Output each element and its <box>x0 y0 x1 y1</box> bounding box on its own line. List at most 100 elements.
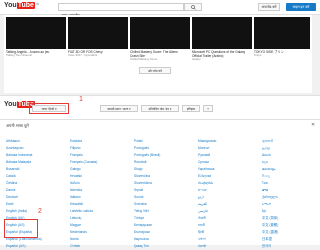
annotation-number-1: 1 <box>79 96 83 103</box>
search-button[interactable] <box>184 3 202 11</box>
language-option[interactable]: Bahasa Malaysia <box>6 159 66 166</box>
language-option[interactable]: हिन्दी <box>198 229 258 236</box>
language-option[interactable]: Қазақ Тілі <box>134 243 194 250</box>
language-option[interactable]: Русский <box>198 152 258 159</box>
language-option[interactable]: Svenska <box>134 201 194 208</box>
language-option[interactable]: മലയാളം <box>262 166 316 173</box>
load-more-button[interactable]: और लोड करें <box>139 67 171 74</box>
video-card[interactable]: TOKYO SIDE ブリン Tokyo <box>254 50 308 58</box>
language-option[interactable]: Українська <box>198 166 258 173</box>
restricted-mode-button[interactable]: प्रतिबंधित मोड: बंद ▾ <box>141 105 179 112</box>
video-card[interactable]: FIAT 3D GR FOS Chevy Volvo 2017 - Hyunda… <box>68 50 122 58</box>
language-option[interactable]: Suomi <box>134 194 194 201</box>
language-option[interactable]: Latviešu valoda <box>70 208 130 215</box>
language-option[interactable]: Euskara <box>70 138 130 145</box>
language-option[interactable]: IsiZulu <box>70 180 130 187</box>
language-option[interactable]: עברית <box>198 187 258 194</box>
video-thumbnail[interactable] <box>254 17 310 49</box>
language-option[interactable]: বাংলা <box>198 236 258 243</box>
language-option[interactable]: العربية <box>198 201 258 208</box>
language-option[interactable]: Shqip <box>134 166 194 173</box>
language-option[interactable]: Français <box>70 152 130 159</box>
language-option[interactable]: Srpski <box>134 187 194 194</box>
language-option[interactable]: Română <box>134 159 194 166</box>
language-option[interactable]: తెలుగు <box>262 152 316 159</box>
language-option[interactable]: Монгол <box>198 145 258 152</box>
language-option[interactable]: Português (Brasil) <box>134 152 194 159</box>
language-option[interactable]: Ελληνικά <box>198 173 258 180</box>
signin-button[interactable]: साइन इन करें <box>286 3 316 11</box>
country-tag: IN <box>35 1 39 6</box>
close-icon[interactable]: ✕ <box>311 122 315 128</box>
video-channel: Volvo 2017 - Hyundai E <box>68 53 98 57</box>
language-option[interactable]: नेपाली <box>198 215 258 222</box>
language-option[interactable]: ລາວ <box>262 187 316 194</box>
language-option[interactable]: Italiano <box>70 194 130 201</box>
language-option[interactable]: Lietuvių <box>70 215 130 222</box>
language-option[interactable]: Беларуская <box>134 222 194 229</box>
history-button[interactable]: इतिहास <box>182 105 200 112</box>
language-option[interactable]: Galego <box>70 166 130 173</box>
language-option[interactable]: मराठी <box>198 222 258 229</box>
language-option[interactable]: Slovenščina <box>134 180 194 187</box>
language-option[interactable]: සිංහල <box>262 173 316 180</box>
language-option[interactable]: ಕನ್ನಡ <box>262 159 316 166</box>
upload-button[interactable]: अपलोड करें <box>258 3 280 11</box>
language-option[interactable]: ગુજરાતી <box>262 138 316 145</box>
language-option[interactable]: ქართული <box>262 194 316 201</box>
language-column: Македонски Монгол Русский Српски Українс… <box>198 138 258 250</box>
language-option[interactable]: ไทย <box>262 180 316 187</box>
language-option[interactable]: አማርኛ <box>262 201 316 208</box>
language-option[interactable]: 中文 (简体) <box>262 215 316 222</box>
youtube-logo[interactable]: You Tube IN <box>4 2 39 9</box>
language-option[interactable]: Deutsch <box>6 194 66 201</box>
video-card[interactable]: Chilled Mastery Score: The Aliens Crash … <box>130 50 184 62</box>
language-option[interactable]: Azərbaycan <box>6 145 66 152</box>
language-option[interactable]: தமிழ் <box>262 145 316 152</box>
video-thumbnail[interactable] <box>130 17 190 49</box>
language-option[interactable]: Čeština <box>6 180 66 187</box>
language-option[interactable]: Afrikaans <box>6 138 66 145</box>
country-button[interactable]: सामग्री स्थान: भारत ▾ <box>100 105 138 112</box>
language-option[interactable]: Македонски <box>198 138 258 145</box>
language-option[interactable]: Bosanski <box>6 166 66 173</box>
language-option[interactable]: Eesti <box>6 201 66 208</box>
language-option[interactable]: 中文 (香港) <box>262 229 316 236</box>
language-option[interactable]: Français (Canada) <box>70 159 130 166</box>
video-thumbnail[interactable] <box>68 17 128 49</box>
language-option[interactable]: Հայերեն <box>198 180 258 187</box>
video-card[interactable]: Microsoft PC Questions of the Galaxy Off… <box>192 50 246 62</box>
language-option[interactable]: Polski <box>134 138 194 145</box>
language-option[interactable]: Slovenčina <box>134 173 194 180</box>
language-option[interactable]: Português <box>134 145 194 152</box>
language-option[interactable]: 한국어 <box>262 243 316 250</box>
help-button[interactable]: ? <box>203 105 213 112</box>
language-option[interactable]: Български <box>134 229 194 236</box>
video-thumbnail[interactable] <box>6 17 66 49</box>
language-option[interactable]: Türkçe <box>134 215 194 222</box>
video-card[interactable]: Talking Angela - Jouons au jeu Talking T… <box>6 50 60 58</box>
language-option[interactable]: فارسی <box>198 208 258 215</box>
language-option[interactable]: Filipino <box>70 145 130 152</box>
language-option[interactable]: 中文 (繁體) <box>262 222 316 229</box>
language-option[interactable]: Español (US) <box>6 243 66 250</box>
language-option[interactable]: ਪੰਜਾਬੀ <box>198 243 258 250</box>
language-option[interactable]: O'zbek <box>70 243 130 250</box>
language-option[interactable]: Bahasa Indonesia <box>6 152 66 159</box>
language-option[interactable]: Tiếng Việt <box>134 208 194 215</box>
language-option[interactable]: Hrvatski <box>70 173 130 180</box>
language-option[interactable]: اردو <box>198 194 258 201</box>
language-option[interactable]: Magyar <box>70 222 130 229</box>
language-option[interactable]: English (India) <box>6 208 66 215</box>
language-option[interactable]: Norsk <box>70 236 130 243</box>
language-option[interactable]: Nederlands <box>70 229 130 236</box>
language-option[interactable]: Dansk <box>6 187 66 194</box>
language-option[interactable]: ខ្មែរ <box>262 208 316 215</box>
language-option[interactable]: Српски <box>198 159 258 166</box>
language-option[interactable]: Кыргызча <box>134 236 194 243</box>
language-option[interactable]: Kiswahili <box>70 201 130 208</box>
language-option[interactable]: Íslenska <box>70 187 130 194</box>
video-thumbnail[interactable] <box>192 17 252 49</box>
language-option[interactable]: 日本語 <box>262 236 316 243</box>
language-option[interactable]: Català <box>6 173 66 180</box>
